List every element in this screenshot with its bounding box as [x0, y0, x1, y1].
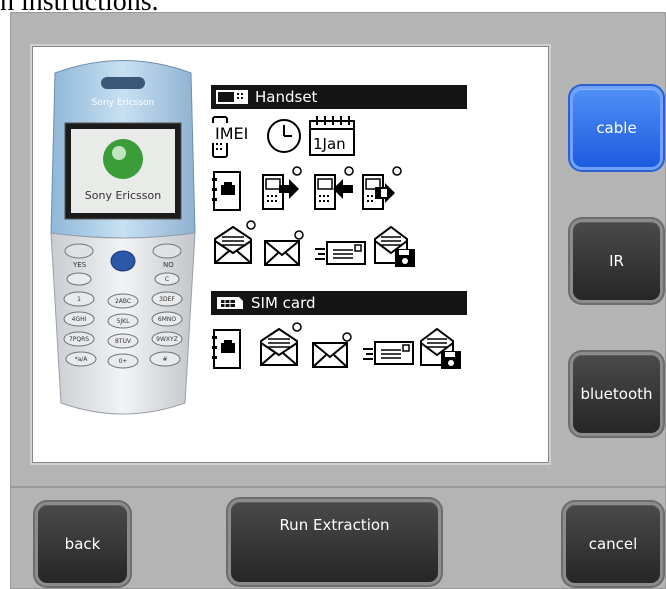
key-2: 2ABC — [115, 298, 131, 305]
run-extraction-button[interactable]: Run Extraction — [231, 502, 438, 582]
svg-text:1Jan: 1Jan — [313, 135, 346, 153]
key-6: 6MNO — [158, 316, 176, 323]
message-sent-icon[interactable] — [263, 229, 305, 267]
cable-button[interactable]: cable — [573, 89, 660, 167]
key-1: 1 — [77, 296, 81, 303]
calendar-icon[interactable]: 1Jan — [307, 113, 357, 159]
key-0: 0+ — [119, 358, 128, 365]
clock-icon[interactable] — [265, 117, 305, 157]
ir-button[interactable]: IR — [573, 222, 660, 300]
handset-section-header: Handset — [211, 85, 467, 109]
back-button[interactable]: back — [38, 505, 127, 583]
sim-phonebook-icon[interactable] — [211, 327, 245, 371]
sim-message-saved-icon[interactable] — [419, 325, 465, 371]
content-area: Sony Ericsson Sony Ericsson YES NO C 1 2… — [32, 46, 549, 463]
key-4: 4GHI — [72, 316, 87, 323]
call-incoming-icon[interactable] — [311, 165, 357, 213]
call-missed-icon[interactable] — [359, 165, 405, 213]
svg-text:IMEI: IMEI — [215, 124, 248, 143]
phonebook-icon[interactable] — [211, 169, 245, 213]
bluetooth-button[interactable]: bluetooth — [573, 355, 660, 433]
message-saved-icon[interactable] — [373, 223, 419, 269]
key-no: NO — [163, 261, 174, 269]
call-outgoing-icon[interactable] — [259, 165, 305, 213]
key-5: 5JKL — [117, 318, 131, 325]
key-3: 3DEF — [159, 296, 175, 303]
handset-section-label: Handset — [255, 88, 318, 106]
phone-brand-top: Sony Ericsson — [92, 98, 155, 108]
sim-message-sent-icon[interactable] — [311, 331, 353, 369]
message-inbox-icon[interactable] — [213, 219, 259, 267]
cancel-button[interactable]: cancel — [566, 505, 660, 583]
sim-section-label: SIM card — [251, 294, 316, 312]
sim-card-icon — [217, 297, 243, 309]
key-c: C — [165, 276, 169, 283]
key-yes: YES — [72, 261, 87, 269]
key-hash: # — [162, 356, 167, 363]
key-star: *a/A — [75, 356, 89, 363]
sim-section-header: SIM card — [211, 291, 467, 315]
key-7: 7PQRS — [69, 336, 89, 343]
sim-message-outbox-icon[interactable] — [363, 339, 417, 367]
message-outbox-icon[interactable] — [315, 239, 369, 267]
footer-divider — [10, 486, 666, 488]
phone-brand-screen: Sony Ericsson — [85, 189, 161, 202]
key-9: 9WXYZ — [156, 336, 178, 343]
key-8: 8TUV — [115, 338, 132, 345]
sim-message-inbox-icon[interactable] — [259, 321, 305, 369]
phone-illustration: Sony Ericsson Sony Ericsson YES NO C 1 2… — [50, 60, 196, 415]
imei-icon[interactable]: IMEI — [211, 115, 265, 159]
handset-icon — [216, 90, 248, 104]
